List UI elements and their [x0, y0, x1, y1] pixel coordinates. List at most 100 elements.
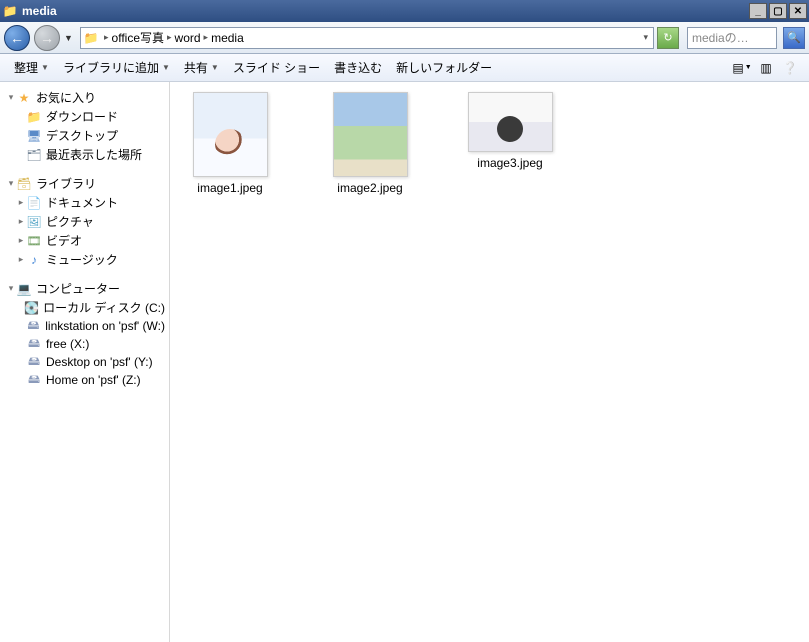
file-list[interactable]: image1.jpeg image2.jpeg image3.jpeg	[170, 82, 809, 642]
tree-label: 最近表示した場所	[46, 146, 142, 163]
collapse-icon[interactable]: ▾	[6, 178, 16, 189]
tree-label: free (X:)	[46, 337, 89, 351]
burn-button[interactable]: 書き込む	[328, 57, 388, 78]
search-placeholder: mediaの…	[692, 29, 749, 46]
help-button[interactable]: ❔	[779, 58, 801, 78]
favorites-root[interactable]: ▾ ★ お気に入り	[0, 88, 169, 107]
refresh-button[interactable]: ↻	[657, 27, 679, 49]
sidebar-item-drive-y[interactable]: 🖴 Desktop on 'psf' (Y:)	[0, 353, 169, 371]
chevron-down-icon[interactable]: ▾	[640, 32, 651, 43]
tree-label: Home on 'psf' (Z:)	[46, 373, 141, 387]
tree-label: ピクチャ	[46, 213, 94, 230]
tree-label: linkstation on 'psf' (W:)	[45, 319, 165, 333]
star-icon: ★	[16, 90, 32, 106]
tree-label: ダウンロード	[46, 108, 118, 125]
expand-icon[interactable]: ▸	[16, 216, 26, 227]
sidebar-item-drive-c[interactable]: 💽ローカル ディスク (C:)	[0, 298, 169, 317]
new-folder-button[interactable]: 新しいフォルダー	[390, 57, 498, 78]
desktop-icon: 🖥	[26, 128, 42, 144]
file-name: image2.jpeg	[337, 181, 402, 195]
tree-label: ドキュメント	[46, 194, 118, 211]
file-item[interactable]: image2.jpeg	[320, 92, 420, 195]
folder-icon: 📁	[2, 3, 18, 19]
sidebar-item-desktop[interactable]: 🖥デスクトップ	[0, 126, 169, 145]
organize-menu[interactable]: 整理▼	[8, 57, 55, 78]
breadcrumb[interactable]: media	[211, 31, 244, 45]
tree-label: ミュージック	[46, 251, 118, 268]
computer-icon: 💻	[16, 281, 32, 297]
libraries-group: ▾ 🗃 ライブラリ ▸📄ドキュメント ▸🖼ピクチャ ▸🎞ビデオ ▸♪ミュージック	[0, 174, 169, 269]
video-icon: 🎞	[26, 233, 42, 249]
file-name: image1.jpeg	[197, 181, 262, 195]
view-options-button[interactable]: ▤▼	[731, 58, 753, 78]
chevron-down-icon: ▼	[162, 63, 170, 72]
close-button[interactable]: ✕	[789, 3, 807, 19]
thumbnail	[333, 92, 408, 177]
network-drive-icon: 🖴	[26, 372, 42, 388]
add-to-library-menu[interactable]: ライブラリに追加▼	[57, 57, 176, 78]
maximize-button[interactable]: ▢	[769, 3, 787, 19]
main-area: ▾ ★ お気に入り 📁ダウンロード 🖥デスクトップ 🗂最近表示した場所 ▾ 🗃 …	[0, 82, 809, 642]
search-button[interactable]: 🔍	[783, 27, 805, 49]
tree-label: ローカル ディスク (C:)	[43, 299, 165, 316]
file-item[interactable]: image3.jpeg	[460, 92, 560, 195]
tree-label: デスクトップ	[46, 127, 118, 144]
computer-root[interactable]: ▾ 💻 コンピューター	[0, 279, 169, 298]
sidebar-item-recent[interactable]: 🗂最近表示した場所	[0, 145, 169, 164]
tree-label: お気に入り	[36, 89, 96, 106]
recent-icon: 🗂	[26, 147, 42, 163]
search-input[interactable]: mediaの…	[687, 27, 777, 49]
network-drive-icon: 🖴	[26, 354, 42, 370]
library-icon: 🗃	[16, 176, 32, 192]
slideshow-button[interactable]: スライド ショー	[227, 57, 326, 78]
folder-icon: 📁	[26, 109, 42, 125]
breadcrumb[interactable]: office写真	[112, 29, 164, 46]
navigation-bar: ← → ▼ 📁 ▸ office写真 ▸ word ▸ media ▾ ↻ me…	[0, 22, 809, 54]
chevron-right-icon: ▸	[201, 32, 212, 43]
tree-label: ライブラリ	[36, 175, 96, 192]
preview-pane-button[interactable]: ▥	[755, 58, 777, 78]
collapse-icon[interactable]: ▾	[6, 92, 16, 103]
drive-icon: 💽	[24, 300, 39, 316]
share-menu[interactable]: 共有▼	[178, 57, 225, 78]
back-button[interactable]: ←	[4, 25, 30, 51]
sidebar-item-downloads[interactable]: 📁ダウンロード	[0, 107, 169, 126]
tree-label: コンピューター	[36, 280, 120, 297]
chevron-down-icon: ▼	[41, 63, 49, 72]
address-bar[interactable]: 📁 ▸ office写真 ▸ word ▸ media ▾	[80, 27, 654, 49]
history-dropdown[interactable]: ▼	[64, 33, 76, 43]
computer-group: ▾ 💻 コンピューター 💽ローカル ディスク (C:) 🖴linkstation…	[0, 279, 169, 389]
picture-icon: 🖼	[26, 214, 42, 230]
file-name: image3.jpeg	[477, 156, 542, 170]
document-icon: 📄	[26, 195, 42, 211]
sidebar-item-documents[interactable]: ▸📄ドキュメント	[0, 193, 169, 212]
chevron-down-icon: ▼	[211, 63, 219, 72]
favorites-group: ▾ ★ お気に入り 📁ダウンロード 🖥デスクトップ 🗂最近表示した場所	[0, 88, 169, 164]
sidebar-item-music[interactable]: ▸♪ミュージック	[0, 250, 169, 269]
file-item[interactable]: image1.jpeg	[180, 92, 280, 195]
window-title: media	[22, 4, 749, 18]
folder-icon: 📁	[83, 30, 99, 46]
sidebar-item-pictures[interactable]: ▸🖼ピクチャ	[0, 212, 169, 231]
chevron-right-icon: ▸	[101, 32, 112, 43]
command-bar: 整理▼ ライブラリに追加▼ 共有▼ スライド ショー 書き込む 新しいフォルダー…	[0, 54, 809, 82]
minimize-button[interactable]: _	[749, 3, 767, 19]
network-drive-icon: 🖴	[26, 336, 42, 352]
forward-button[interactable]: →	[34, 25, 60, 51]
sidebar-item-drive-x[interactable]: 🖴 free (X:)	[0, 335, 169, 353]
tree-label: Desktop on 'psf' (Y:)	[46, 355, 153, 369]
network-drive-icon: 🖴	[26, 318, 42, 334]
collapse-icon[interactable]: ▾	[6, 283, 16, 294]
expand-icon[interactable]: ▸	[16, 254, 26, 265]
expand-icon[interactable]: ▸	[16, 197, 26, 208]
chevron-right-icon: ▸	[164, 32, 175, 43]
music-icon: ♪	[26, 252, 42, 268]
title-bar: 📁 media _ ▢ ✕	[0, 0, 809, 22]
expand-icon[interactable]: ▸	[16, 235, 26, 246]
libraries-root[interactable]: ▾ 🗃 ライブラリ	[0, 174, 169, 193]
sidebar-item-drive-w[interactable]: 🖴linkstation on 'psf' (W:)	[0, 317, 169, 335]
sidebar-item-videos[interactable]: ▸🎞ビデオ	[0, 231, 169, 250]
tree-label: ビデオ	[46, 232, 82, 249]
sidebar-item-drive-z[interactable]: 🖴 Home on 'psf' (Z:)	[0, 371, 169, 389]
breadcrumb[interactable]: word	[175, 31, 201, 45]
